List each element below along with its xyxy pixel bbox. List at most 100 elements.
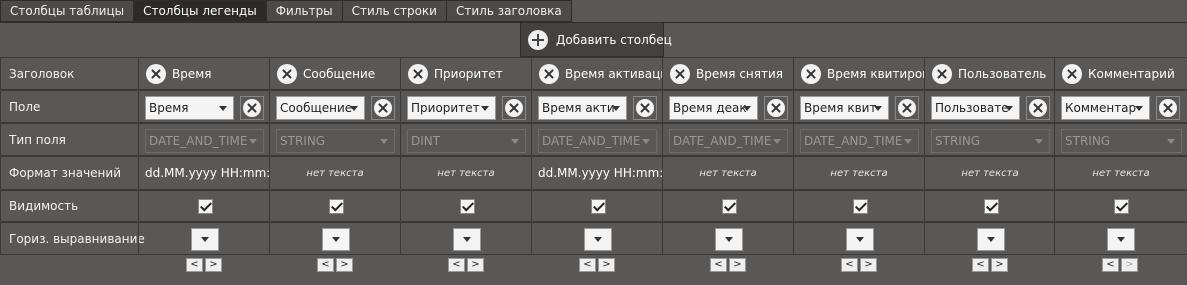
h-align-dropdown[interactable] bbox=[584, 228, 612, 251]
close-icon bbox=[243, 99, 261, 117]
move-column-left-button[interactable]: < bbox=[448, 258, 465, 272]
visibility-checkbox[interactable] bbox=[329, 199, 344, 214]
field-type-cell: STRING bbox=[1054, 123, 1187, 156]
chevron-down-icon bbox=[1035, 139, 1043, 144]
tab-table-columns[interactable]: Столбцы таблицы bbox=[0, 0, 134, 22]
clear-field-button[interactable] bbox=[371, 96, 395, 120]
tab-row-style[interactable]: Стиль строки bbox=[341, 0, 446, 22]
h-align-dropdown[interactable] bbox=[846, 228, 874, 251]
add-column-button[interactable]: Добавить столбец bbox=[520, 23, 672, 57]
field-type-dropdown: STRING bbox=[276, 129, 395, 153]
visibility-checkbox[interactable] bbox=[460, 199, 475, 214]
move-column-right-button[interactable]: > bbox=[991, 258, 1008, 272]
clear-field-button[interactable] bbox=[502, 96, 526, 120]
visibility-checkbox[interactable] bbox=[984, 199, 999, 214]
value-format-field[interactable]: dd.MM.yyyy HH:mm:ss bbox=[531, 156, 662, 190]
move-column-right-button[interactable]: > bbox=[598, 258, 615, 272]
clear-field-button[interactable] bbox=[1156, 96, 1180, 120]
field-cell: Время акти bbox=[531, 90, 662, 123]
close-icon bbox=[636, 99, 654, 117]
field-dropdown[interactable]: Время bbox=[145, 96, 234, 120]
remove-column-icon[interactable] bbox=[539, 63, 559, 84]
move-column-left-button[interactable]: < bbox=[972, 258, 989, 272]
value-format-field[interactable]: нет текста bbox=[1054, 156, 1187, 190]
move-column-right-button[interactable]: > bbox=[205, 258, 222, 272]
field-dropdown[interactable]: Приоритет bbox=[407, 96, 496, 120]
clear-field-button[interactable] bbox=[764, 96, 788, 120]
tab-legend-columns[interactable]: Столбцы легенды bbox=[133, 0, 266, 22]
field-dropdown[interactable]: Комментар bbox=[1061, 96, 1150, 120]
clear-field-button[interactable] bbox=[240, 96, 264, 120]
field-cell: Сообщение bbox=[269, 90, 400, 123]
field-type-value: STRING bbox=[935, 134, 981, 148]
field-dropdown[interactable]: Время акти bbox=[538, 96, 627, 120]
h-align-dropdown[interactable] bbox=[453, 228, 481, 251]
remove-column-icon[interactable] bbox=[670, 63, 690, 84]
move-column-right-button[interactable]: > bbox=[336, 258, 353, 272]
h-align-cell bbox=[138, 222, 269, 255]
visibility-checkbox[interactable] bbox=[591, 199, 606, 214]
move-column-left-button[interactable]: < bbox=[710, 258, 727, 272]
h-align-dropdown[interactable] bbox=[1107, 228, 1135, 251]
move-column-left-button[interactable]: < bbox=[1102, 258, 1119, 272]
visibility-checkbox[interactable] bbox=[722, 199, 737, 214]
field-dropdown[interactable]: Время квит bbox=[800, 96, 889, 120]
field-dropdown[interactable]: Пользовате bbox=[931, 96, 1020, 120]
field-type-value: STRING bbox=[280, 134, 326, 148]
column-header-cell: Время снятия bbox=[662, 57, 793, 90]
field-type-value: DATE_AND_TIME bbox=[804, 134, 903, 148]
field-type-cell: DATE_AND_TIME bbox=[138, 123, 269, 156]
remove-column-icon[interactable] bbox=[801, 63, 821, 84]
field-type-value: DATE_AND_TIME bbox=[149, 134, 248, 148]
clear-field-button[interactable] bbox=[1026, 96, 1050, 120]
row-label-visibility: Видимость bbox=[0, 190, 138, 222]
value-format-field[interactable]: нет текста bbox=[924, 156, 1055, 190]
row-label-header: Заголовок bbox=[0, 57, 138, 90]
field-type-value: DATE_AND_TIME bbox=[673, 134, 772, 148]
visibility-checkbox[interactable] bbox=[198, 199, 213, 214]
chevron-down-icon bbox=[219, 106, 227, 111]
move-column-left-button[interactable]: < bbox=[579, 258, 596, 272]
chevron-down-icon bbox=[1135, 106, 1143, 111]
move-column-right-button[interactable]: > bbox=[729, 258, 746, 272]
visibility-checkbox[interactable] bbox=[1114, 199, 1129, 214]
value-format-field[interactable]: dd.MM.yyyy HH:mm:ss bbox=[138, 156, 269, 190]
remove-column-icon[interactable] bbox=[408, 63, 428, 84]
field-dropdown[interactable]: Время деак bbox=[669, 96, 758, 120]
remove-column-icon[interactable] bbox=[277, 63, 297, 84]
h-align-dropdown[interactable] bbox=[977, 228, 1005, 251]
field-type-cell: DATE_AND_TIME bbox=[793, 123, 924, 156]
value-format-field[interactable]: нет текста bbox=[400, 156, 531, 190]
h-align-cell bbox=[269, 222, 400, 255]
move-column-left-button[interactable]: < bbox=[841, 258, 858, 272]
field-type-dropdown: DINT bbox=[407, 129, 526, 153]
remove-column-icon[interactable] bbox=[146, 63, 166, 84]
tab-filters[interactable]: Фильтры bbox=[265, 0, 342, 22]
field-cell: Время bbox=[138, 90, 269, 123]
move-column-right-button[interactable]: > bbox=[467, 258, 484, 272]
h-align-dropdown[interactable] bbox=[715, 228, 743, 251]
value-format-field[interactable]: нет текста bbox=[269, 156, 400, 190]
value-format-field[interactable]: нет текста bbox=[662, 156, 793, 190]
chevron-down-icon bbox=[380, 139, 388, 144]
move-column-left-button[interactable]: < bbox=[186, 258, 203, 272]
chevron-down-icon bbox=[249, 139, 257, 144]
move-column-left-button[interactable]: < bbox=[317, 258, 334, 272]
column-header-cell: Пользователь bbox=[924, 57, 1055, 90]
move-column-right-button[interactable]: > bbox=[1121, 258, 1138, 272]
h-align-dropdown[interactable] bbox=[191, 228, 219, 251]
tab-header-style[interactable]: Стиль заголовка bbox=[445, 0, 572, 22]
move-column-right-button[interactable]: > bbox=[860, 258, 877, 272]
column-header-title: Время активации bbox=[565, 66, 662, 81]
field-cell: Комментар bbox=[1054, 90, 1187, 123]
h-align-dropdown[interactable] bbox=[322, 228, 350, 251]
clear-field-button[interactable] bbox=[633, 96, 657, 120]
field-dropdown[interactable]: Сообщение bbox=[276, 96, 365, 120]
column-header-title: Время bbox=[172, 66, 212, 81]
clear-field-button[interactable] bbox=[895, 96, 919, 120]
visibility-cell bbox=[138, 190, 269, 222]
visibility-checkbox[interactable] bbox=[853, 199, 868, 214]
remove-column-icon[interactable] bbox=[932, 63, 952, 84]
value-format-field[interactable]: нет текста bbox=[793, 156, 924, 190]
remove-column-icon[interactable] bbox=[1062, 63, 1082, 84]
